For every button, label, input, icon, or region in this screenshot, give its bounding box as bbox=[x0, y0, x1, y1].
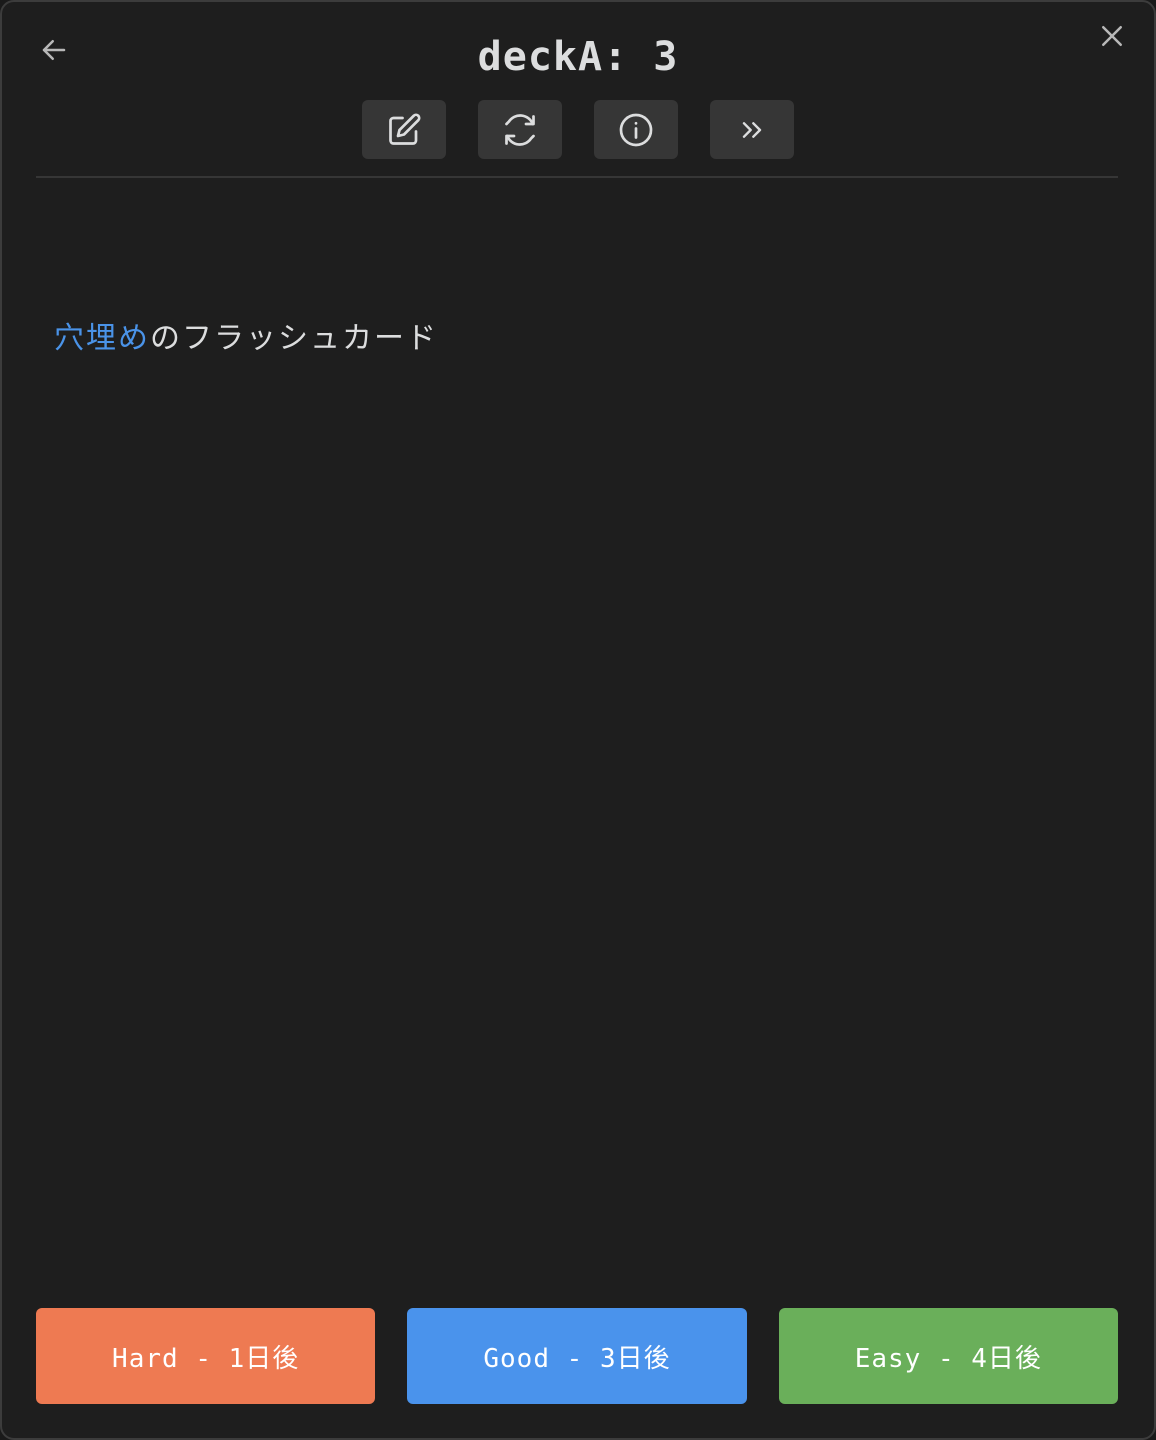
good-button[interactable]: Good - 3日後 bbox=[407, 1308, 747, 1404]
reset-card-button[interactable] bbox=[478, 100, 562, 159]
skip-card-button[interactable] bbox=[710, 100, 794, 159]
flashcard-modal: deckA: 3 穴埋めのフラッシュカード Hard - 1日後 Good - … bbox=[0, 0, 1156, 1440]
edit-icon bbox=[389, 112, 421, 145]
edit-card-button[interactable] bbox=[362, 100, 446, 159]
easy-button[interactable]: Easy - 4日後 bbox=[778, 1308, 1118, 1404]
card-toolbar bbox=[2, 100, 1154, 159]
answer-buttons: Hard - 1日後 Good - 3日後 Easy - 4日後 bbox=[36, 1308, 1118, 1404]
hard-button[interactable]: Hard - 1日後 bbox=[36, 1308, 376, 1404]
cloze-deletion: 穴埋め bbox=[54, 321, 150, 356]
card-text: のフラッシュカード bbox=[150, 321, 438, 356]
info-icon bbox=[619, 113, 653, 146]
card-info-button[interactable] bbox=[594, 100, 678, 159]
deck-title: deckA: 3 bbox=[477, 34, 679, 80]
skip-icon bbox=[742, 121, 762, 138]
refresh-icon bbox=[505, 113, 535, 146]
header-divider bbox=[36, 176, 1118, 178]
card-question: 穴埋めのフラッシュカード bbox=[54, 316, 438, 362]
